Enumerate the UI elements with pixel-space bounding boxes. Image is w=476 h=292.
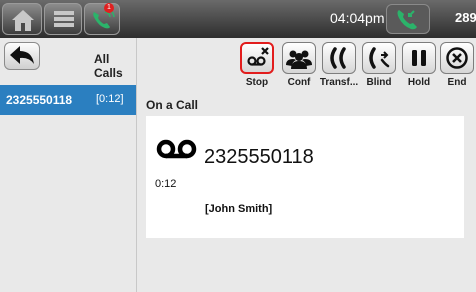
- menu-button[interactable]: [44, 3, 82, 35]
- voicemail-icon: [156, 139, 197, 159]
- call-details-card: 2325550118 0:12 [John Smith]: [146, 116, 464, 238]
- conf-label: Conf: [287, 77, 311, 88]
- hold-button[interactable]: [402, 42, 436, 74]
- call-status: On a Call: [146, 98, 199, 112]
- back-button[interactable]: [4, 42, 40, 70]
- end-call-button[interactable]: [440, 42, 474, 74]
- home-button[interactable]: [2, 3, 42, 35]
- active-call-button[interactable]: [386, 4, 430, 34]
- menu-icon: [54, 11, 74, 27]
- phone-button[interactable]: [84, 3, 120, 35]
- call-timer: 0:12: [155, 178, 177, 190]
- conference-button[interactable]: [282, 42, 316, 74]
- caller-number: 2325550118: [204, 146, 314, 168]
- blind-label: Blind: [366, 77, 392, 88]
- transfer-button[interactable]: [322, 42, 356, 74]
- stop-recording-button[interactable]: [240, 42, 274, 74]
- transfer-label: Transf...: [319, 77, 359, 88]
- conference-icon: [286, 50, 312, 69]
- end-call-icon: [446, 47, 468, 69]
- transfer-icon: [330, 47, 346, 69]
- phone-icon: [93, 7, 115, 29]
- blind-transfer-button[interactable]: [362, 42, 396, 74]
- blind-transfer-icon: [369, 47, 390, 69]
- status-bar: 1 04:04pm 289: [0, 0, 476, 38]
- call-duration: [0:12]: [96, 93, 124, 105]
- back-arrow-icon: [10, 46, 34, 64]
- extension-number: 289: [455, 10, 476, 25]
- hold-label: Hold: [407, 77, 431, 88]
- hold-icon: [412, 50, 426, 66]
- voicemail-stop-icon: [247, 47, 269, 66]
- clock: 04:04pm: [330, 10, 385, 26]
- caller-name: [John Smith]: [205, 203, 273, 215]
- calls-panel: All Calls 2325550118 [0:12]: [0, 38, 137, 292]
- end-label: End: [447, 77, 467, 88]
- call-number: 2325550118: [6, 93, 73, 107]
- notification-badge: 1: [104, 3, 114, 13]
- panel-title: All Calls: [94, 52, 123, 80]
- active-call-icon: [397, 10, 417, 30]
- stop-label: Stop: [245, 77, 269, 88]
- call-list-item[interactable]: 2325550118 [0:12]: [0, 85, 136, 115]
- home-icon: [12, 10, 34, 31]
